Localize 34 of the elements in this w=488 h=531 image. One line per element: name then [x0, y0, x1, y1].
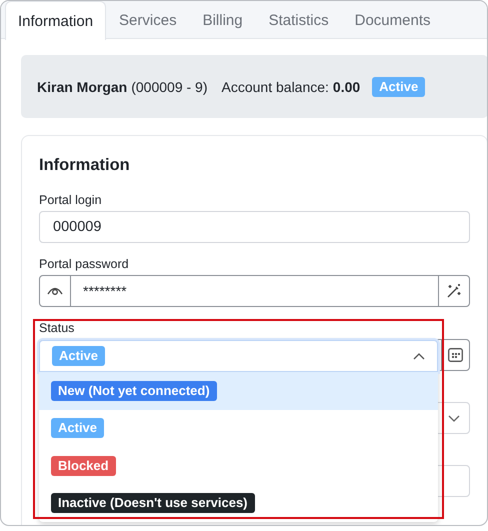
dropdown-option[interactable]: Blocked [39, 447, 438, 484]
chevron-up-icon [413, 352, 425, 360]
client-name: Kiran Morgan [37, 78, 128, 94]
tab[interactable]: Services [106, 1, 190, 39]
eye-icon [47, 286, 63, 296]
field-label: Status [39, 321, 74, 335]
status-badge: Active [372, 76, 426, 96]
dropdown-option[interactable]: Active [39, 410, 438, 447]
tab[interactable]: Documents [342, 1, 444, 39]
section-title: Information [39, 156, 131, 175]
tab[interactable]: Information [5, 1, 106, 40]
field-label: Portal login [39, 193, 102, 207]
tab[interactable]: Statistics [256, 1, 342, 39]
status-badge: Active [52, 346, 106, 366]
balance-label: Account balance: [222, 78, 329, 94]
chevron-down-icon [448, 414, 460, 422]
login-field[interactable]: 000009 [39, 211, 470, 243]
password-field[interactable]: ******** [71, 275, 438, 307]
client-id: (000009 - 9) [131, 78, 208, 94]
balance-value: 0.00 [332, 78, 360, 94]
show-password-button[interactable] [39, 275, 71, 307]
calendar-button[interactable] [441, 339, 470, 371]
tab[interactable]: Billing [190, 1, 256, 39]
calendar-icon [448, 348, 463, 362]
dropdown-option[interactable]: New (Not yet connected) [39, 372, 438, 410]
status-select[interactable]: Active [39, 340, 438, 372]
status-badge: Inactive (Doesn't use services) [51, 493, 255, 514]
status-badge: Active [51, 418, 104, 438]
generate-password-button[interactable] [438, 275, 470, 307]
field-label: Portal password [39, 257, 129, 271]
status-badge: Blocked [51, 456, 116, 476]
dropdown-option[interactable]: Inactive (Doesn't use services) [39, 484, 438, 522]
status-badge: New (Not yet connected) [51, 380, 217, 401]
magic-wand-icon [446, 283, 462, 299]
